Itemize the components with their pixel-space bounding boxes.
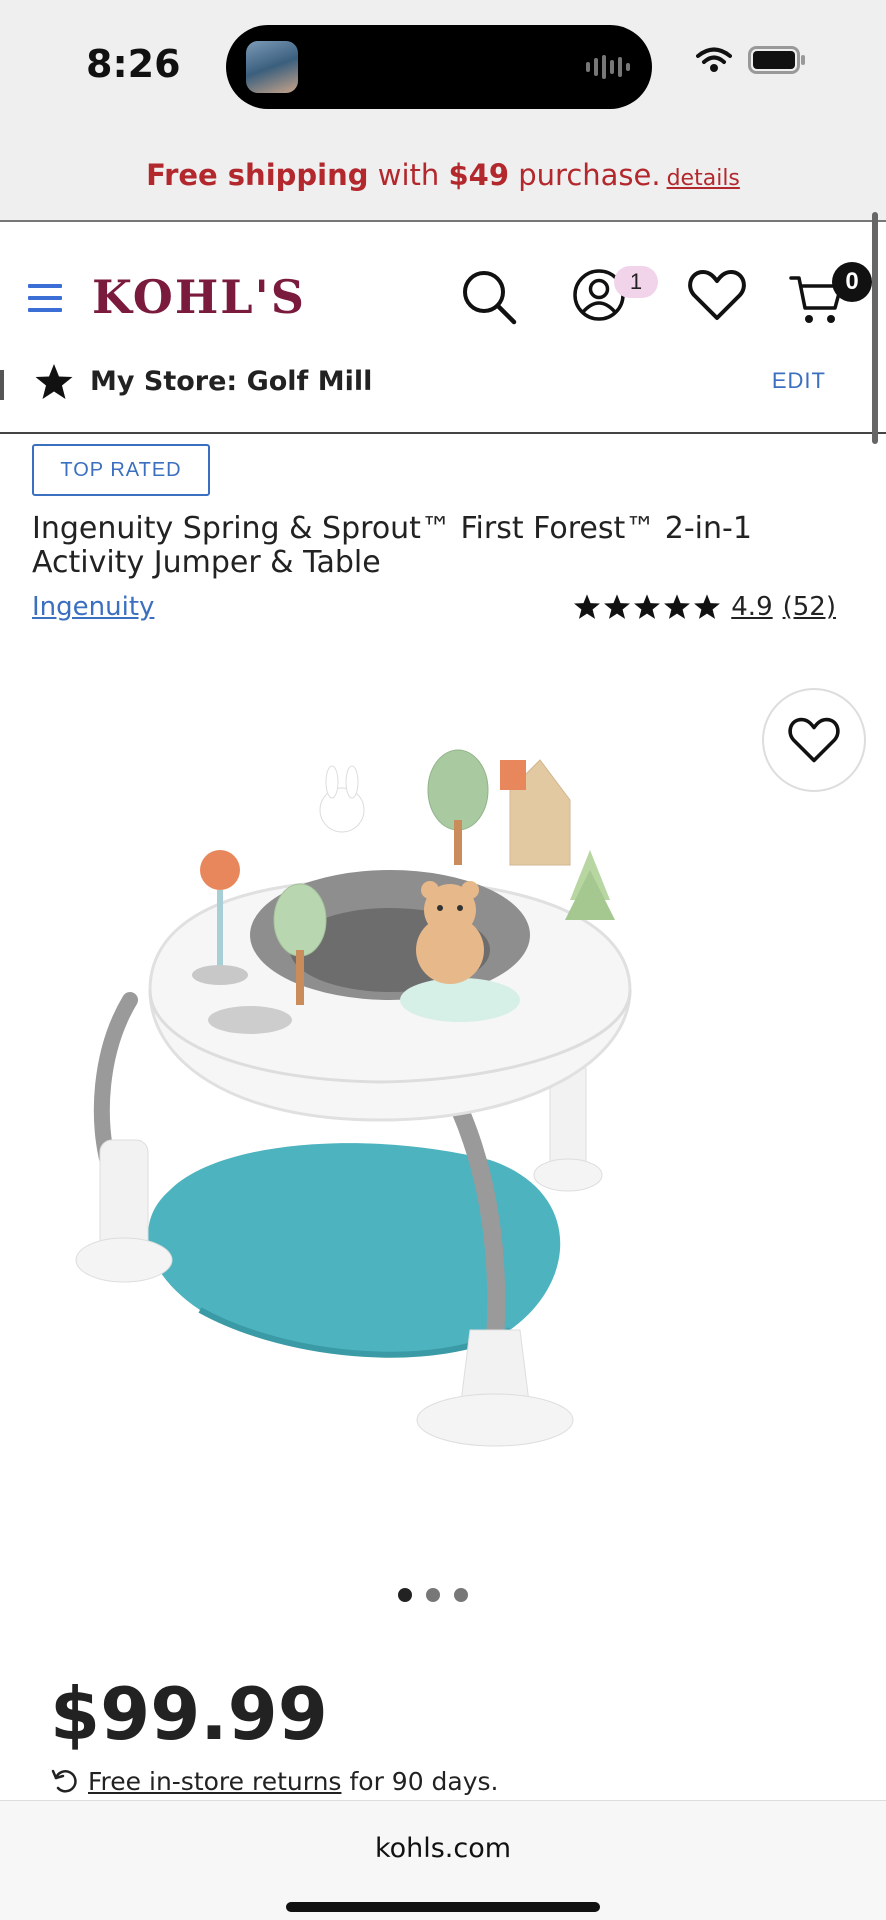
- heart-icon: [788, 717, 840, 763]
- account-badge: 1: [614, 266, 658, 298]
- image-carousel-dots[interactable]: [398, 1588, 468, 1602]
- add-to-favorites-button[interactable]: [762, 688, 866, 792]
- carousel-dot-2[interactable]: [426, 1588, 440, 1602]
- returns-duration: for 90 days.: [349, 1766, 499, 1796]
- store-edit-link[interactable]: EDIT: [772, 368, 826, 394]
- rating-stars-icon: [573, 593, 721, 621]
- promo-purchase: purchase.: [509, 158, 661, 192]
- wishlist-heart-icon[interactable]: [688, 268, 746, 322]
- battery-icon: [748, 46, 805, 74]
- top-rated-badge: TOP RATED: [32, 444, 210, 496]
- promo-text: Free shipping with $49 purchase. details: [0, 158, 886, 192]
- star-icon: [35, 364, 73, 399]
- product-title: Ingenuity Spring & Sprout™ First Forest™…: [32, 511, 752, 580]
- now-playing-thumbnail: [246, 41, 298, 93]
- product-price: $99.99: [50, 1672, 328, 1756]
- status-time: 8:26: [86, 42, 181, 86]
- url-text[interactable]: kohls.com: [0, 1833, 886, 1864]
- kohls-logo[interactable]: KOHL'S: [92, 270, 306, 324]
- audio-wave-icon: [586, 55, 630, 79]
- store-bar: My Store: Golf Mill EDIT: [0, 342, 886, 434]
- brand-link[interactable]: Ingenuity: [32, 592, 154, 622]
- site-header: KOHL'S 1 0: [0, 222, 886, 342]
- wifi-icon: [696, 47, 732, 72]
- promo-details-link[interactable]: details: [667, 166, 740, 191]
- rating-summary[interactable]: 4.9 (52): [573, 592, 836, 622]
- cart-count-badge: 0: [832, 262, 872, 302]
- rating-value[interactable]: 4.9: [731, 592, 772, 622]
- carousel-dot-3[interactable]: [454, 1588, 468, 1602]
- dynamic-island[interactable]: [226, 25, 652, 109]
- promo-amount: $49: [448, 158, 510, 192]
- menu-icon[interactable]: [28, 284, 62, 312]
- store-bar-marker: [0, 370, 4, 400]
- return-arrow-icon: [51, 1769, 77, 1793]
- returns-info: Free in-store returns for 90 days.: [50, 1766, 499, 1796]
- system-icons: [696, 46, 806, 74]
- free-returns-link[interactable]: Free in-store returns: [88, 1767, 341, 1796]
- status-bar: 8:26: [0, 0, 886, 130]
- product-image[interactable]: [40, 720, 660, 1510]
- promo-banner: Free shipping with $49 purchase. details: [0, 130, 886, 222]
- promo-with: with: [368, 158, 449, 192]
- home-indicator[interactable]: [286, 1902, 600, 1912]
- review-count[interactable]: (52): [783, 592, 836, 622]
- promo-free-shipping: Free shipping: [146, 158, 369, 192]
- scrollbar[interactable]: [872, 212, 878, 444]
- carousel-dot-1[interactable]: [398, 1588, 412, 1602]
- search-icon[interactable]: [460, 268, 518, 326]
- my-store-label: My Store: Golf Mill: [90, 366, 373, 397]
